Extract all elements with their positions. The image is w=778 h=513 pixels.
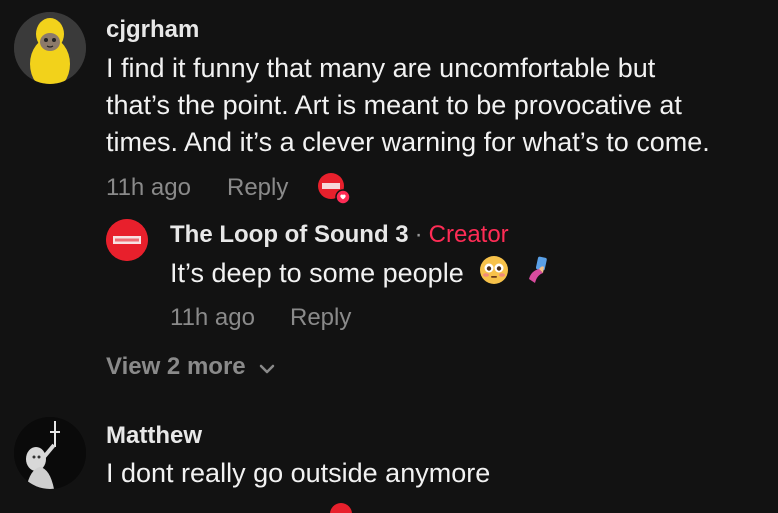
loop-of-sound-logo-icon (106, 219, 148, 261)
comment-text-line-1: I dont really go outside anymore (106, 458, 491, 488)
reply-username[interactable]: The Loop of Sound 3 (170, 221, 409, 248)
selfie-emoji-icon (523, 255, 553, 295)
creator-badge: Creator (428, 221, 509, 248)
separator-dot: · (414, 221, 423, 248)
comment-matthew: Matthew I dont really go outside anymore (0, 400, 778, 513)
figure-avatar-image (14, 417, 86, 489)
comment-username[interactable]: Matthew (106, 422, 202, 450)
view-more-replies-button[interactable]: View 2 more (106, 353, 276, 382)
reply-username-row: The Loop of Sound 3 · Creator (170, 221, 509, 249)
comment-text-line-2: that’s the point. Art is meant to be pro… (106, 90, 682, 120)
creator-avatar[interactable] (106, 219, 148, 261)
view-more-label: View 2 more (106, 353, 246, 380)
reply-timestamp: 11h ago (170, 304, 255, 331)
chevron-down-icon (258, 354, 276, 382)
flushed-face-emoji-icon (479, 255, 509, 295)
avatar[interactable] (14, 417, 86, 489)
comment-timestamp: 11h ago (106, 174, 191, 201)
creator-liked-icon (317, 172, 351, 205)
comment-username[interactable]: cjgrham (106, 16, 199, 44)
reply-text-row: It’s deep to some people (170, 255, 553, 295)
partial-like-icon (330, 503, 352, 513)
avatar[interactable] (14, 12, 86, 84)
banana-cat-avatar-image (14, 12, 86, 84)
reply-to-reply-button[interactable]: Reply (290, 304, 351, 332)
reply-text: It’s deep to some people (170, 258, 464, 289)
reply-button[interactable]: Reply (227, 174, 288, 202)
comment-text-line-3: times. And it’s a clever warning for wha… (106, 127, 710, 157)
comment-cjgrham: cjgrham I find it funny that many are un… (0, 0, 778, 400)
comment-text-line-1: I find it funny that many are uncomforta… (106, 53, 656, 83)
